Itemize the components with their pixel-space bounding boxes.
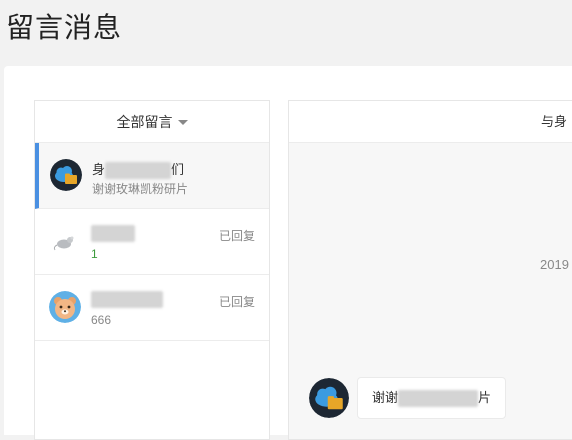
- message-preview: 谢谢玫琳凯粉研片: [92, 182, 189, 196]
- message-sender-name: [91, 225, 135, 243]
- rat-avatar: [49, 225, 81, 257]
- message-preview: 1: [91, 247, 98, 261]
- cloud-folder-avatar: [309, 378, 349, 418]
- message-sender-name: [91, 291, 163, 309]
- conversation-date: 2019: [540, 257, 569, 272]
- cloud-folder-avatar: [50, 159, 82, 191]
- message-sender-name: 身们: [92, 159, 184, 180]
- caret-down-icon: [177, 120, 188, 125]
- conversation-panel: 与身 2019 谢谢片: [288, 100, 572, 440]
- message-list-item[interactable]: 身们 谢谢玫琳凯粉研片: [35, 143, 269, 209]
- status-badge: 已回复: [218, 229, 255, 243]
- filter-label: 全部留言: [116, 113, 173, 130]
- message-list-panel: 全部留言 身们 谢谢玫琳凯粉研片 1 已回复 666 已回复: [34, 100, 270, 440]
- messages-card: 全部留言 身们 谢谢玫琳凯粉研片 1 已回复 666 已回复 与身 2019 谢…: [4, 66, 572, 440]
- bear-avatar: [49, 291, 81, 323]
- conversation-header: 与身: [289, 101, 572, 143]
- message-list-item[interactable]: 666 已回复: [35, 275, 269, 341]
- message-preview: 666: [91, 313, 112, 327]
- status-badge: 已回复: [218, 295, 255, 309]
- message-bubble: 谢谢片: [357, 377, 507, 419]
- message-list-item[interactable]: 1 已回复: [35, 209, 269, 275]
- page-title: 留言消息: [6, 12, 123, 43]
- filter-dropdown[interactable]: 全部留言: [35, 101, 269, 143]
